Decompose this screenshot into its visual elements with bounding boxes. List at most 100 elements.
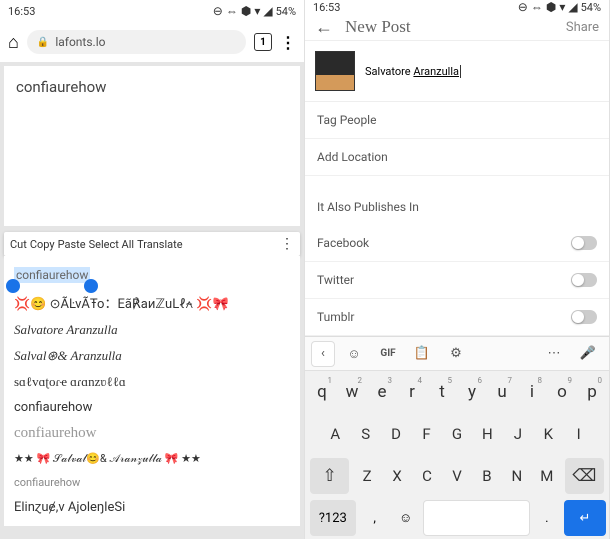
- key-s[interactable]: S: [351, 416, 379, 452]
- wifi-icon: ▾: [254, 4, 260, 18]
- font-option[interactable]: sɑℓvɑʈoɾҽ ɑɾɑnzʋℓℓɑ: [14, 369, 290, 395]
- sync-icon: ⇔: [226, 4, 238, 18]
- key-q[interactable]: 1q: [308, 374, 336, 410]
- key-symbols[interactable]: ?123: [310, 500, 356, 536]
- key-period[interactable]: .: [533, 500, 561, 536]
- key-enter[interactable]: ↵: [564, 500, 606, 536]
- key-y[interactable]: 6y: [458, 374, 486, 410]
- social-row-twitter: Twitter: [305, 262, 609, 299]
- key-n[interactable]: N: [503, 458, 531, 494]
- tag-people-row[interactable]: Tag People: [305, 102, 609, 139]
- signal-icon: ◢: [263, 4, 272, 18]
- keyboard: ‹ ☺ GIF 📋 ⚙ ⋯ 🎤 1q2w3e4r5t6y7u8i9o0p ASD…: [305, 336, 609, 539]
- key-space[interactable]: [423, 500, 530, 536]
- key-j[interactable]: J: [504, 416, 532, 452]
- wifi-icon: ▾: [559, 0, 565, 14]
- battery-text: 54%: [581, 1, 601, 14]
- font-option[interactable]: Salval⊛& Aranzulla: [14, 343, 290, 369]
- key-d[interactable]: D: [382, 416, 410, 452]
- font-option[interactable]: Elinɀuɇ,v AjoleŋleSi: [14, 494, 290, 520]
- social-row-facebook: Facebook: [305, 225, 609, 262]
- key-a[interactable]: A: [321, 416, 349, 452]
- toggle-facebook[interactable]: [571, 236, 597, 250]
- back-icon[interactable]: ←: [315, 17, 333, 38]
- key-r[interactable]: 4r: [398, 374, 426, 410]
- key-c[interactable]: C: [413, 458, 441, 494]
- key-t[interactable]: 5t: [428, 374, 456, 410]
- action-cut[interactable]: Cut: [10, 238, 27, 251]
- post-header: ← New Post Share: [305, 14, 609, 41]
- mic-icon[interactable]: 🎤: [573, 341, 603, 367]
- signal-icon: ◢: [568, 0, 577, 14]
- font-option[interactable]: ★★ 🎀 𝒮𝒶𝓁𝓋𝒶𝓁😊& 𝒜𝓇𝒶𝓃𝓏𝓊𝓁𝓁𝒶 🎀 ★★: [14, 447, 290, 471]
- status-bar: 16:53 ⊖ ⇔ ⬢ ▾ ◢ 54%: [0, 0, 304, 22]
- font-option[interactable]: confiaurehow: [14, 420, 290, 447]
- caption-input[interactable]: Salvatore Aranzulla: [365, 65, 461, 78]
- page-title: New Post: [345, 17, 566, 37]
- input-preview-card: confiaurehow: [4, 66, 300, 226]
- dnd-icon: ⬢: [241, 4, 251, 18]
- key-o[interactable]: 9o: [548, 374, 576, 410]
- selection-handle-left[interactable]: [6, 279, 20, 293]
- settings-icon[interactable]: ⚙: [441, 341, 471, 367]
- dnd-icon: ⬢: [546, 0, 556, 14]
- text-action-bar: Cut Copy Paste Select All Translate ⋮: [4, 232, 300, 256]
- key-h[interactable]: H: [473, 416, 501, 452]
- action-translate[interactable]: Translate: [137, 238, 183, 251]
- key-shift[interactable]: ⇧: [310, 458, 349, 494]
- key-f[interactable]: F: [412, 416, 440, 452]
- keyboard-row-1: 1q2w3e4r5t6y7u8i9o0p: [305, 371, 609, 413]
- share-button[interactable]: Share: [566, 20, 599, 35]
- browser-bar: ⌂ 🔒 lafonts.lo 1 ⋮: [0, 22, 304, 62]
- key-e[interactable]: 3e: [368, 374, 396, 410]
- gif-button[interactable]: GIF: [373, 341, 403, 367]
- more-icon[interactable]: ⋯: [539, 341, 569, 367]
- key-z[interactable]: Z: [353, 458, 381, 494]
- key-u[interactable]: 7u: [488, 374, 516, 410]
- key-b[interactable]: B: [473, 458, 501, 494]
- battery-text: 54%: [276, 5, 296, 18]
- key-p[interactable]: 0p: [578, 374, 606, 410]
- key-comma[interactable]: ,: [361, 500, 389, 536]
- key-m[interactable]: M: [533, 458, 561, 494]
- font-option[interactable]: Salvatore Aranzulla: [14, 317, 290, 343]
- key-x[interactable]: X: [383, 458, 411, 494]
- action-copy[interactable]: Copy: [30, 238, 55, 251]
- key-backspace[interactable]: ⌫: [565, 458, 604, 494]
- key-i[interactable]: I: [565, 416, 593, 452]
- toggle-twitter[interactable]: [571, 273, 597, 287]
- add-location-row[interactable]: Add Location: [305, 139, 609, 176]
- sticker-icon[interactable]: ☺: [339, 341, 369, 367]
- key-i[interactable]: 8i: [518, 374, 546, 410]
- clipboard-icon[interactable]: 📋: [407, 341, 437, 367]
- key-emoji[interactable]: ☺: [392, 500, 420, 536]
- status-time: 16:53: [313, 1, 340, 14]
- key-g[interactable]: G: [443, 416, 471, 452]
- font-option[interactable]: confiaurehow: [14, 471, 290, 494]
- toggle-tumblr[interactable]: [571, 310, 597, 324]
- keyboard-row-2: ASDFGHJKI: [305, 413, 609, 455]
- font-option[interactable]: confiaurehow: [14, 395, 290, 420]
- home-icon[interactable]: ⌂: [8, 32, 19, 53]
- kb-collapse-icon[interactable]: ‹: [311, 341, 335, 367]
- key-k[interactable]: K: [534, 416, 562, 452]
- post-thumbnail[interactable]: [315, 51, 355, 91]
- tabs-button[interactable]: 1: [254, 33, 272, 51]
- status-bar: 16:53 ⊖ ⇔ ⬢ ▾ ◢ 54%: [305, 0, 609, 14]
- action-paste[interactable]: Paste: [58, 238, 86, 251]
- status-time: 16:53: [8, 5, 35, 18]
- action-more-icon[interactable]: ⋮: [280, 236, 294, 252]
- selected-input[interactable]: confiaurehow: [14, 262, 290, 288]
- key-v[interactable]: V: [443, 458, 471, 494]
- sync-icon: ⇔: [531, 0, 543, 14]
- social-row-tumblr: Tumblr: [305, 299, 609, 336]
- link-icon: ⊖: [518, 0, 528, 14]
- action-selectall[interactable]: Select All: [89, 238, 134, 251]
- url-bar[interactable]: 🔒 lafonts.lo: [27, 30, 246, 54]
- key-w[interactable]: 2w: [338, 374, 366, 410]
- keyboard-toolbar: ‹ ☺ GIF 📋 ⚙ ⋯ 🎤: [305, 337, 609, 371]
- font-option[interactable]: 💢😊 ⊙ÃĿvÃŦo：Eã℟aиℤuLℓ⍲ 💢🎀: [14, 288, 290, 317]
- menu-icon[interactable]: ⋮: [280, 33, 296, 52]
- keyboard-row-4: ?123 , ☺ . ↵: [305, 497, 609, 539]
- url-text: lafonts.lo: [55, 35, 105, 49]
